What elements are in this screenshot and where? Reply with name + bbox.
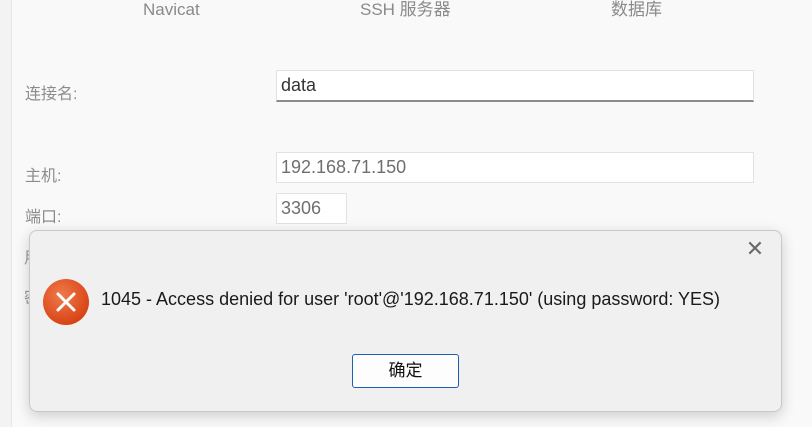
error-circle-x-icon bbox=[42, 278, 90, 326]
tab-ssh-server[interactable]: SSH 服务器 bbox=[360, 0, 451, 22]
tab-database[interactable]: 数据库 bbox=[611, 0, 662, 22]
port-input[interactable]: 3306 bbox=[276, 193, 347, 224]
error-message-box: ✕ 1045 - Access denied for user 'root'@'… bbox=[29, 230, 782, 412]
connection-name-label: 连接名: bbox=[25, 86, 78, 103]
tab-navicat[interactable]: Navicat bbox=[143, 0, 200, 22]
host-input[interactable]: 192.168.71.150 bbox=[276, 152, 754, 183]
error-message-text: 1045 - Access denied for user 'root'@'19… bbox=[101, 289, 721, 309]
close-icon[interactable]: ✕ bbox=[743, 237, 767, 261]
connection-name-input[interactable]: data bbox=[276, 70, 754, 102]
host-label: 主机: bbox=[25, 168, 62, 185]
port-label: 端口: bbox=[25, 209, 62, 226]
ok-button[interactable]: 确定 bbox=[352, 354, 459, 388]
